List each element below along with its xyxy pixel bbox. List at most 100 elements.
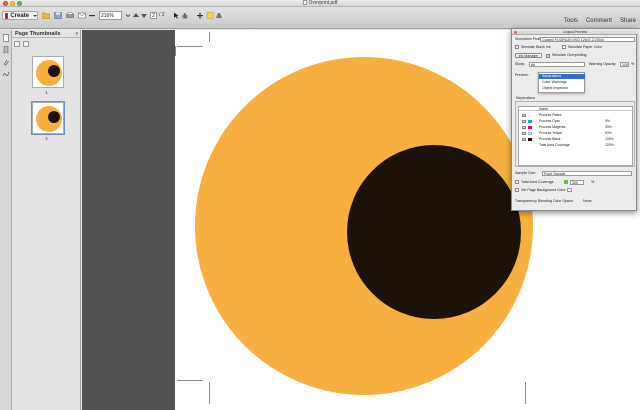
- email-icon[interactable]: [78, 12, 86, 19]
- transparency-blending-value: None: [583, 199, 592, 203]
- simulate-black-ink-checkbox[interactable]: [515, 45, 519, 49]
- separation-value: 220%: [605, 143, 614, 147]
- hand-tool-icon[interactable]: [181, 12, 189, 19]
- navigation-pane: [0, 30, 12, 410]
- panel-header: Page Thumbnails x: [12, 30, 81, 38]
- ink-manager-button[interactable]: Ink Manager: [515, 53, 542, 58]
- page-thumbnails-icon[interactable]: [2, 34, 10, 42]
- attachments-icon[interactable]: [2, 58, 10, 66]
- page-number-field[interactable]: 2: [150, 12, 157, 19]
- cyan-swatch: [528, 120, 532, 123]
- bookmarks-icon[interactable]: [2, 46, 10, 55]
- tac-unit: %: [591, 179, 595, 184]
- separation-value: 100%: [605, 137, 614, 141]
- separation-checkbox[interactable]: ✓: [522, 119, 526, 123]
- dialog-title: Output Preview: [563, 30, 587, 34]
- crop-mark: [175, 46, 176, 56]
- show-select[interactable]: All: [529, 62, 585, 67]
- outer-circle: [36, 60, 62, 86]
- orange-circle: [195, 57, 533, 395]
- open-folder-icon[interactable]: [42, 12, 50, 19]
- toolbar: Create 216% 2 / 2 Tools Comment Share: [0, 7, 640, 29]
- crop-mark: [209, 32, 210, 42]
- crop-mark: [209, 382, 210, 404]
- inner-circle: [48, 111, 60, 123]
- toolbar-right-tabs: Tools Comment Share: [564, 18, 636, 24]
- simulate-paper-color-checkbox[interactable]: [562, 45, 566, 49]
- sticky-note-icon[interactable]: [206, 12, 214, 19]
- page-thumbnail-2[interactable]: [31, 101, 65, 135]
- share-tab[interactable]: Share: [620, 18, 636, 24]
- options-icon[interactable]: [14, 41, 20, 47]
- dialog-title-bar: Output Preview: [512, 29, 638, 35]
- separation-row[interactable]: ✓ Process Plates: [519, 113, 634, 118]
- separation-checkbox[interactable]: ✓: [522, 113, 526, 117]
- warning-opacity-label: Warning Opacity:: [589, 62, 617, 66]
- zoom-out-icon[interactable]: [88, 12, 96, 19]
- output-preview-dialog: Output Preview Simulation Profile: Coate…: [511, 28, 638, 211]
- separation-checkbox[interactable]: ✓: [522, 137, 526, 141]
- name-column-header: Name: [539, 107, 549, 111]
- simulate-overprinting-checkbox[interactable]: ✓: [546, 53, 550, 58]
- separation-row-total: Total Area Coverage 220%: [519, 143, 634, 148]
- next-page-icon[interactable]: [140, 12, 148, 19]
- delete-page-icon[interactable]: [23, 41, 29, 47]
- page-thumbnail-1[interactable]: [32, 56, 64, 88]
- panel-tools: [14, 40, 29, 48]
- page-count: / 2: [159, 12, 165, 18]
- separation-row[interactable]: ✓ Process Cyan 0%: [519, 119, 634, 124]
- window-title: Overprint.pdf: [0, 0, 640, 7]
- select-arrow-icon[interactable]: [172, 12, 180, 19]
- thumbnail-label: 2: [45, 136, 48, 141]
- create-pdf-icon: [5, 12, 9, 19]
- tac-value-field[interactable]: 300: [570, 179, 584, 185]
- zoom-in-icon[interactable]: [196, 12, 204, 19]
- panel-title: Page Thumbnails: [15, 31, 61, 37]
- page-background-checkbox[interactable]: [515, 188, 519, 192]
- menu-item-separations[interactable]: Separations: [539, 74, 585, 79]
- previous-page-icon[interactable]: [132, 12, 140, 19]
- page-background-label: Set Page Background Color: [521, 187, 566, 192]
- sample-size-label: Sample Size:: [515, 171, 537, 175]
- sample-size-select[interactable]: Point Sample: [542, 171, 632, 176]
- transparency-blending-label: Transparency Blending Color Space:: [515, 199, 574, 203]
- table-header: Name: [519, 107, 634, 111]
- close-icon[interactable]: [514, 30, 517, 34]
- zoom-level-field[interactable]: 216%: [99, 11, 122, 20]
- save-icon[interactable]: [54, 12, 62, 19]
- separation-name: Process Plates: [539, 113, 562, 117]
- crop-mark: [525, 382, 526, 404]
- menu-item-object-inspector[interactable]: Object Inspector: [539, 86, 585, 91]
- page-background-swatch[interactable]: [567, 188, 572, 192]
- separation-name: Total Area Coverage: [539, 143, 570, 147]
- simulate-overprinting-label: Simulate Overprinting: [552, 53, 587, 57]
- tools-tab[interactable]: Tools: [564, 18, 578, 24]
- close-icon[interactable]: x: [76, 31, 79, 37]
- separation-checkbox[interactable]: ✓: [522, 131, 526, 135]
- chevron-down-icon: [33, 14, 37, 17]
- total-area-coverage-checkbox[interactable]: [515, 180, 519, 184]
- signatures-icon[interactable]: [2, 70, 10, 78]
- menu-item-color-warnings[interactable]: Color Warnings: [539, 80, 585, 85]
- tac-color-swatch[interactable]: [564, 180, 568, 184]
- page-thumbnails-panel: Page Thumbnails x 1 2: [12, 30, 81, 410]
- highlight-icon[interactable]: [215, 12, 223, 19]
- separation-row[interactable]: ✓ Process Magenta 33%: [519, 125, 634, 130]
- black-swatch: [528, 138, 532, 141]
- simulation-profile-select[interactable]: Coated FOGRA39 (ISO 12647-2:2004): [540, 37, 635, 42]
- create-button[interactable]: Create: [2, 11, 38, 20]
- title-bar: Overprint.pdf: [0, 0, 640, 7]
- separation-row[interactable]: ✓ Process Yellow 83%: [519, 131, 634, 136]
- separation-checkbox[interactable]: ✓: [522, 125, 526, 129]
- preview-label: Preview:: [515, 73, 529, 77]
- print-icon[interactable]: [66, 12, 74, 19]
- separation-value: 33%: [605, 125, 612, 129]
- chevron-down-icon[interactable]: [124, 12, 132, 19]
- separation-name: Process Black: [539, 137, 561, 141]
- warning-opacity-field[interactable]: 100: [620, 62, 629, 67]
- comment-tab[interactable]: Comment: [586, 18, 612, 24]
- simulate-black-ink-label: Simulate Black Ink: [521, 44, 551, 49]
- preview-dropdown-menu: Separations Color Warnings Object Inspec…: [538, 72, 585, 93]
- separation-name: Process Cyan: [539, 119, 561, 123]
- separation-row[interactable]: ✓ Process Black 100%: [519, 137, 634, 142]
